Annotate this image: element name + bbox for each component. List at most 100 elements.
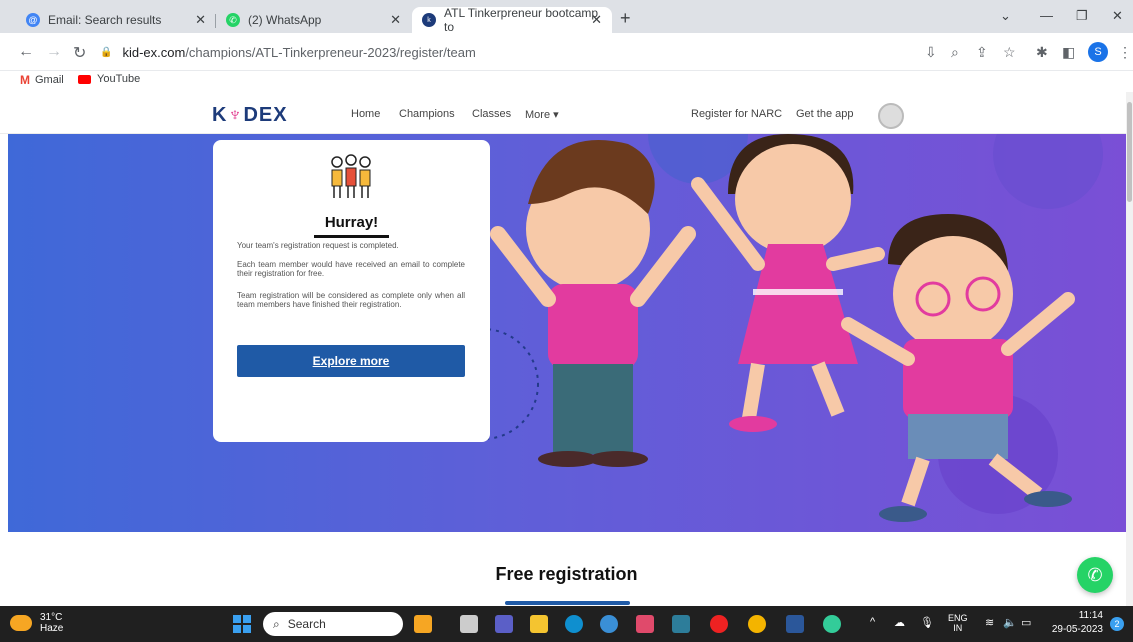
- chrome-icon[interactable]: [748, 615, 766, 633]
- card-title: Hurray!: [324, 214, 379, 231]
- url-field[interactable]: 🔒 kid-ex.com/champions/ATL-Tinkerpreneur…: [100, 39, 920, 65]
- browser-tab-bar: @ Email: Search results ✕ ✆ (2) WhatsApp…: [0, 0, 1133, 34]
- taskbar-search[interactable]: ⌕ Search: [263, 612, 403, 636]
- kids-illustration: [427, 134, 1103, 522]
- share-icon[interactable]: ⇪: [976, 44, 988, 61]
- search-icon: ⌕: [273, 616, 280, 631]
- user-avatar-icon[interactable]: [878, 103, 904, 129]
- status-text: Your team's registration request is comp…: [237, 241, 399, 250]
- youtube-icon: [78, 74, 91, 84]
- volume-icon[interactable]: 🔈: [1003, 616, 1017, 629]
- nav-get-app[interactable]: Get the app: [796, 108, 854, 120]
- scroll-thumb[interactable]: [1127, 102, 1132, 202]
- whatsapp-chat-button[interactable]: ✆: [1077, 557, 1113, 593]
- side-panel-icon[interactable]: ◧: [1062, 44, 1075, 61]
- bookmarks-bar: M Gmail YouTube: [0, 71, 1133, 92]
- tab-kidex[interactable]: k ATL Tinkerpreneur bootcamp to ✕: [412, 6, 612, 34]
- reload-icon[interactable]: ↻: [73, 43, 86, 63]
- close-window-icon[interactable]: ✕: [1112, 8, 1123, 24]
- email-icon: @: [26, 13, 40, 27]
- restore-icon[interactable]: ❐: [1076, 8, 1088, 24]
- weather-condition: Haze: [40, 623, 64, 634]
- address-bar-row: ← → ↻ 🔒 kid-ex.com/champions/ATL-Tinkerp…: [0, 33, 1133, 71]
- search-placeholder: Search: [287, 617, 326, 631]
- boy-figure: [490, 140, 696, 467]
- kidex-logo[interactable]: K♆DEX: [212, 104, 288, 127]
- wifi-icon[interactable]: ≋: [985, 616, 994, 629]
- lang: ENG: [948, 613, 968, 623]
- close-icon[interactable]: ✕: [195, 12, 206, 28]
- opera-icon[interactable]: [710, 615, 728, 633]
- bookmark-youtube[interactable]: YouTube: [78, 73, 140, 85]
- logo-k: K: [212, 104, 228, 126]
- minimize-icon[interactable]: —: [1040, 8, 1053, 23]
- email-info-text: Each team member would have received an …: [237, 260, 465, 278]
- logo-figure-icon: ♆: [227, 104, 244, 126]
- hero-banner: [8, 134, 1128, 532]
- whatsapp-icon: ✆: [1087, 564, 1103, 585]
- weather-haze-icon: [10, 615, 32, 631]
- bookmark-gmail[interactable]: M Gmail: [20, 73, 64, 87]
- extensions-icon[interactable]: ✱: [1036, 44, 1048, 61]
- install-icon[interactable]: ⇩: [925, 44, 937, 61]
- completion-info-text: Team registration will be considered as …: [237, 291, 465, 309]
- tab-email[interactable]: @ Email: Search results ✕: [16, 7, 216, 33]
- page-scrollbar[interactable]: [1126, 92, 1133, 606]
- edge-icon[interactable]: [565, 615, 583, 633]
- tab-title: ATL Tinkerpreneur bootcamp to: [444, 6, 599, 34]
- tab-title: Email: Search results: [48, 13, 162, 27]
- new-tab-button[interactable]: +: [620, 8, 631, 29]
- start-button[interactable]: [233, 615, 251, 633]
- lock-icon[interactable]: 🔒: [100, 47, 112, 58]
- temperature: 31°C: [40, 612, 63, 623]
- file-explorer-icon[interactable]: [530, 615, 548, 633]
- language-indicator[interactable]: ENG IN: [948, 613, 968, 633]
- tab-search-icon[interactable]: ⌄: [1000, 8, 1011, 24]
- chevron-up-icon[interactable]: ^: [870, 616, 875, 628]
- zoom-icon[interactable]: ⌕: [951, 44, 959, 61]
- close-icon[interactable]: ✕: [390, 12, 401, 28]
- battery-icon[interactable]: ▭: [1021, 616, 1031, 629]
- bookmark-label: YouTube: [97, 73, 141, 85]
- gmail-icon: M: [20, 73, 30, 87]
- tab-title: (2) WhatsApp: [248, 13, 322, 27]
- nav-champions[interactable]: Champions: [399, 108, 455, 120]
- task-view-icon[interactable]: [460, 615, 478, 633]
- help-icon[interactable]: [600, 615, 618, 633]
- tab-whatsapp[interactable]: ✆ (2) WhatsApp ✕: [216, 7, 411, 33]
- region: IN: [953, 623, 963, 633]
- title-underline: [314, 235, 389, 238]
- nav-home[interactable]: Home: [351, 108, 380, 120]
- date: 29-05-2023: [1051, 624, 1103, 635]
- explore-more-button[interactable]: Explore more: [237, 345, 465, 377]
- forward-icon[interactable]: →: [46, 43, 62, 61]
- app-icon[interactable]: [414, 615, 432, 633]
- word-icon[interactable]: [786, 615, 804, 633]
- nav-classes[interactable]: Classes: [472, 108, 511, 120]
- teams-icon[interactable]: [495, 615, 513, 633]
- time: 11:14: [1078, 610, 1103, 621]
- success-card: Hurray! Your team's registration request…: [213, 140, 490, 442]
- profile-avatar[interactable]: S: [1088, 42, 1108, 62]
- bookmark-label: Gmail: [35, 74, 64, 86]
- mic-icon[interactable]: 🎙: [920, 616, 934, 629]
- nav-more[interactable]: More ▾: [525, 108, 559, 121]
- menu-icon[interactable]: ⋮: [1118, 44, 1132, 61]
- notification-badge[interactable]: 2: [1110, 617, 1124, 631]
- windows-taskbar: 31°C Haze ⌕ Search ^ ☁ 🎙 ENG IN ≋ 🔈 ▭ 11:1…: [0, 606, 1133, 642]
- bookmark-star-icon[interactable]: ☆: [1003, 44, 1016, 61]
- clock[interactable]: 11:14 29-05-2023: [1048, 609, 1103, 637]
- weather-widget[interactable]: 31°C Haze: [10, 612, 63, 634]
- globe-icon[interactable]: [823, 615, 841, 633]
- mcafee-icon[interactable]: [636, 615, 654, 633]
- section-underline: [505, 601, 630, 605]
- close-icon[interactable]: ✕: [591, 12, 602, 28]
- back-icon[interactable]: ←: [18, 43, 34, 61]
- onedrive-icon[interactable]: ☁: [894, 616, 905, 629]
- logo-text: DEX: [243, 104, 288, 126]
- girl-figure: [691, 134, 885, 432]
- team-celebration-icon: [331, 154, 371, 198]
- url-domain: kid-ex.com: [122, 44, 186, 60]
- nav-register-narc[interactable]: Register for NARC: [691, 108, 782, 120]
- store-icon[interactable]: [672, 615, 690, 633]
